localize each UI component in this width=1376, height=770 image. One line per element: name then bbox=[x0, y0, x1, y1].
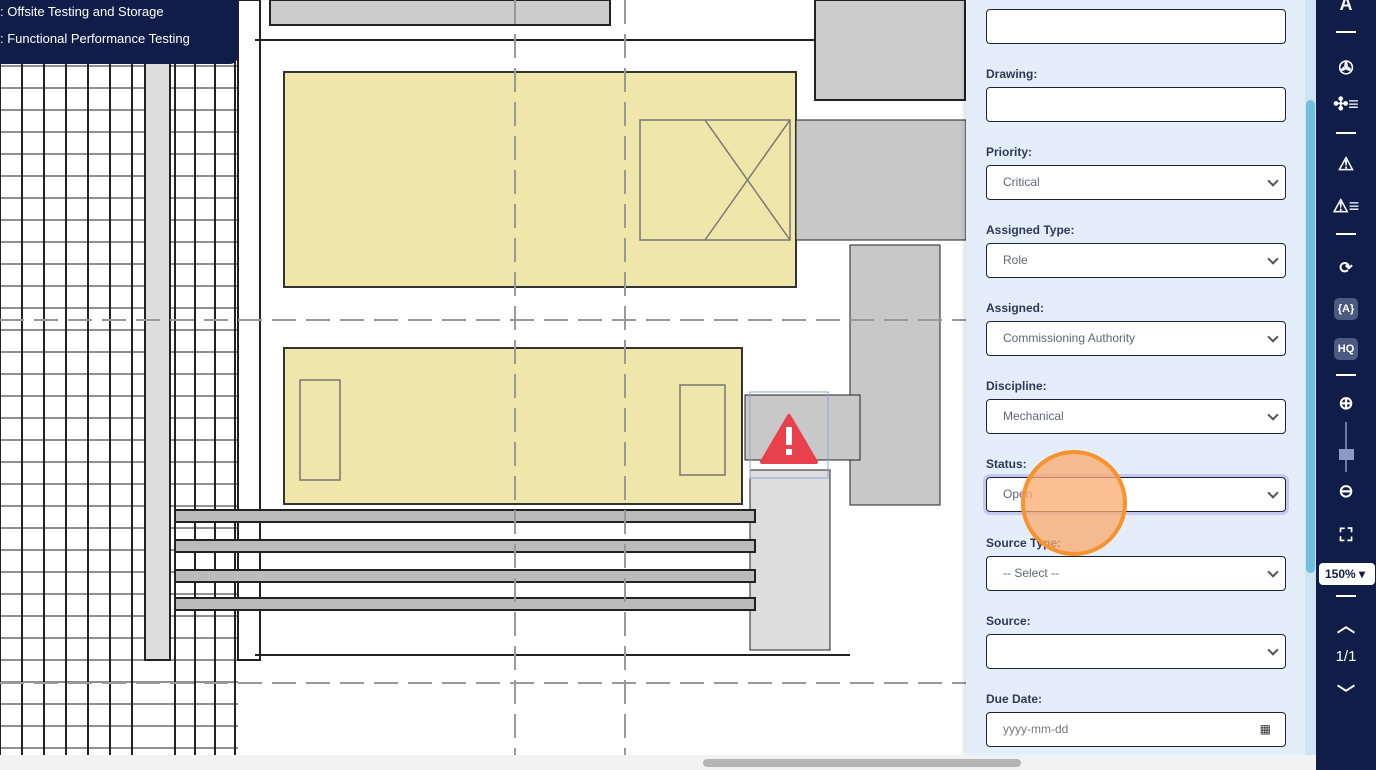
zoom-in-icon[interactable]: ⊕ bbox=[1316, 393, 1376, 414]
field-label: Assigned: bbox=[986, 301, 1045, 315]
divider bbox=[1336, 132, 1356, 134]
auto-text-button[interactable]: {A} bbox=[1334, 298, 1358, 320]
add-fan-icon[interactable]: ✇ bbox=[1316, 58, 1376, 79]
issue-list-icon[interactable]: ⚠≡ bbox=[1316, 196, 1376, 217]
fan-list-icon[interactable]: ✣≡ bbox=[1316, 94, 1376, 115]
drawing-input[interactable] bbox=[986, 87, 1286, 122]
text-tool-button[interactable]: A bbox=[1316, 0, 1376, 15]
previous-page-icon[interactable]: ︿ bbox=[1316, 612, 1376, 638]
hq-button[interactable]: HQ bbox=[1334, 338, 1358, 360]
highlight-area bbox=[283, 71, 797, 288]
zoom-select[interactable]: 150% ▾ bbox=[1319, 563, 1375, 585]
add-issue-icon[interactable]: ⚠ bbox=[1316, 154, 1376, 175]
cursor-indicator bbox=[1021, 450, 1127, 556]
calendar-icon[interactable]: ▦ bbox=[1260, 713, 1271, 745]
sync-icon[interactable]: ⟳ bbox=[1316, 258, 1376, 278]
title-input[interactable] bbox=[986, 9, 1286, 44]
drawing-canvas[interactable]: : Offsite Testing and Storage : Function… bbox=[0, 0, 966, 755]
assigned-select[interactable]: Commissioning Authority bbox=[986, 321, 1286, 356]
due-date-input[interactable]: yyyy-mm-dd ▦ bbox=[986, 712, 1286, 747]
fullscreen-icon[interactable]: ⛶ bbox=[1316, 525, 1376, 546]
discipline-select[interactable]: Mechanical bbox=[986, 399, 1286, 434]
horizontal-scrollbar-thumb[interactable] bbox=[703, 759, 1021, 767]
field-label: Source: bbox=[986, 614, 1031, 628]
field-label: Assigned Type: bbox=[986, 223, 1075, 237]
legend-item: : Offsite Testing and Storage bbox=[0, 4, 164, 19]
next-page-icon[interactable]: ﹀ bbox=[1316, 680, 1376, 706]
field-label: Due Date: bbox=[986, 692, 1043, 706]
legend-box: : Offsite Testing and Storage : Function… bbox=[0, 0, 238, 64]
field-label: Drawing: bbox=[986, 67, 1038, 81]
date-placeholder: yyyy-mm-dd bbox=[1003, 722, 1069, 736]
priority-select[interactable]: Critical bbox=[986, 165, 1286, 200]
zoom-out-icon[interactable]: ⊖ bbox=[1316, 481, 1376, 502]
issue-form-panel: Drawing: Priority: Critical Assigned Type: R… bbox=[966, 0, 1316, 755]
divider bbox=[1336, 31, 1356, 33]
divider bbox=[1336, 233, 1356, 235]
field-label: Status: bbox=[986, 457, 1027, 471]
blueprint-drawing bbox=[0, 0, 966, 755]
field-label: Discipline: bbox=[986, 379, 1047, 393]
highlight-area bbox=[283, 347, 743, 505]
source-type-select[interactable]: -- Select -- bbox=[986, 556, 1286, 591]
legend-item: : Functional Performance Testing bbox=[0, 31, 190, 46]
divider bbox=[1336, 374, 1356, 376]
right-toolbar: A ✇ ✣≡ ⚠ ⚠≡ ⟳ {A} HQ ⊕ ⊖ ⛶ 150% ▾ ︿ 1/1 … bbox=[1316, 0, 1376, 770]
zoom-slider-handle[interactable] bbox=[1339, 449, 1354, 460]
horizontal-scrollbar[interactable] bbox=[0, 755, 1316, 770]
source-select[interactable] bbox=[986, 634, 1286, 669]
zoom-slider[interactable] bbox=[1345, 422, 1347, 472]
field-label: Priority: bbox=[986, 145, 1033, 159]
page-indicator: 1/1 bbox=[1335, 648, 1357, 665]
assigned-type-select[interactable]: Role bbox=[986, 243, 1286, 278]
panel-scrollbar-thumb[interactable] bbox=[1306, 100, 1315, 573]
zoom-value: 150% bbox=[1325, 567, 1356, 581]
divider bbox=[1336, 595, 1356, 597]
